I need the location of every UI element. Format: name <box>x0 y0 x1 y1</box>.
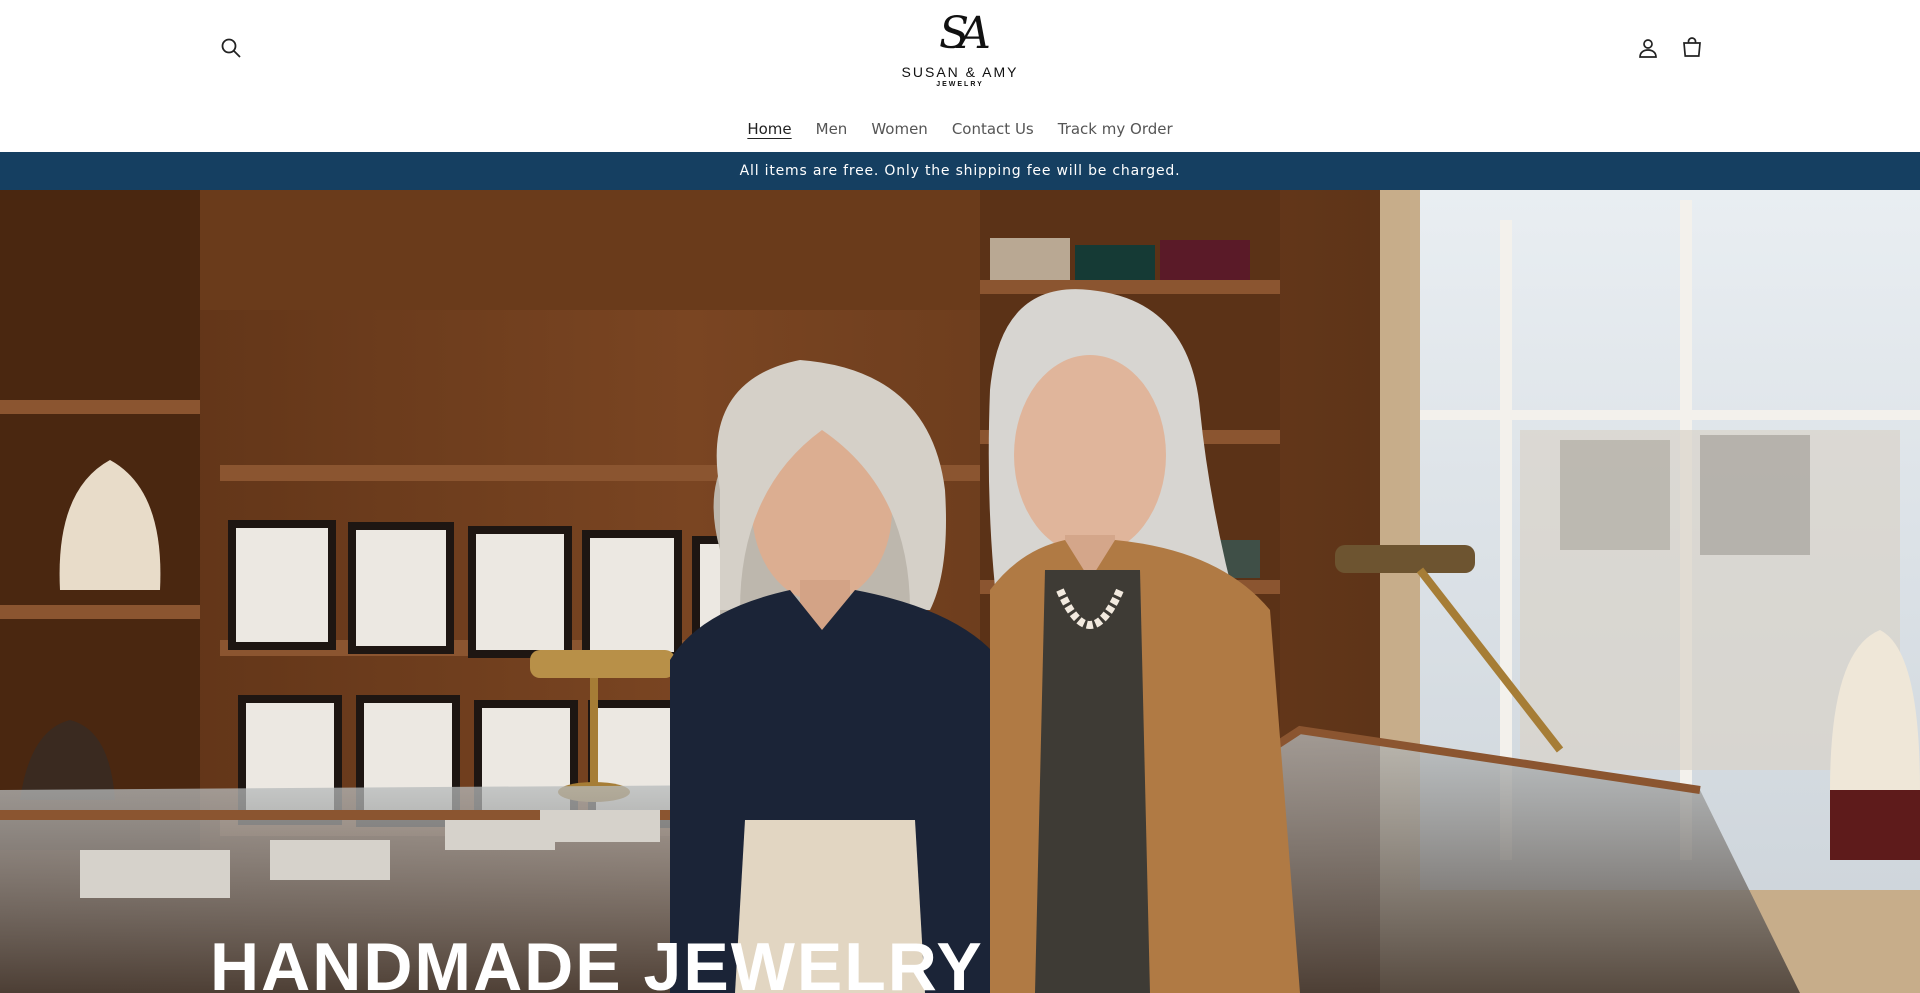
nav-item-contact-us[interactable]: Contact Us <box>940 118 1046 140</box>
main-nav: Home Men Women Contact Us Track my Order <box>0 118 1920 140</box>
account-icon[interactable] <box>1632 32 1664 64</box>
logo-subtitle: JEWELRY <box>936 81 984 88</box>
nav-item-women[interactable]: Women <box>859 118 939 140</box>
site-logo[interactable]: SA SUSAN & AMY JEWELRY <box>880 10 1040 96</box>
nav-item-track-order[interactable]: Track my Order <box>1046 118 1185 140</box>
site-header: SA SUSAN & AMY JEWELRY Home Men Women Co… <box>0 0 1920 152</box>
nav-item-home[interactable]: Home <box>735 118 803 140</box>
logo-monogram: SA <box>939 8 991 59</box>
hero-title: HANDMADE JEWELRY <box>210 929 984 993</box>
cart-icon[interactable] <box>1676 32 1708 64</box>
hero-image <box>0 190 1920 993</box>
announcement-bar: All items are free. Only the shipping fe… <box>0 152 1920 190</box>
nav-item-men[interactable]: Men <box>804 118 860 140</box>
hero-banner: HANDMADE JEWELRY <box>0 190 1920 993</box>
logo-brand: SUSAN & AMY <box>901 64 1019 80</box>
announcement-text: All items are free. Only the shipping fe… <box>739 163 1181 179</box>
search-icon[interactable] <box>215 32 247 64</box>
